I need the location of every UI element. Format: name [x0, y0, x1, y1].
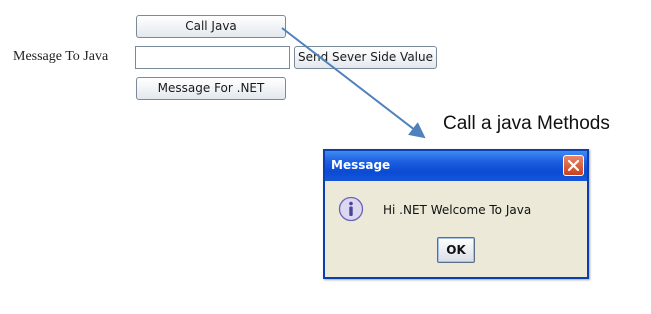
dialog-message: Hi .NET Welcome To Java [383, 203, 532, 217]
ok-button[interactable]: OK [437, 237, 475, 263]
message-to-java-label: Message To Java [13, 49, 109, 64]
message-dialog: Message Hi .NET Welcome To Java OK [323, 149, 589, 279]
send-server-side-value-button[interactable]: Send Sever Side Value [294, 46, 437, 69]
call-java-annotation: Call a java Methods [443, 113, 610, 134]
call-java-button[interactable]: Call Java [136, 15, 286, 38]
info-icon [338, 196, 364, 222]
close-button[interactable] [563, 155, 584, 176]
dialog-title: Message [331, 158, 391, 172]
dialog-titlebar[interactable]: Message [325, 151, 587, 181]
screen: Call Java Message To Java Send Sever Sid… [0, 0, 651, 314]
message-to-java-input[interactable] [135, 46, 290, 69]
message-for-net-button[interactable]: Message For .NET [136, 77, 286, 100]
close-icon [567, 159, 580, 172]
